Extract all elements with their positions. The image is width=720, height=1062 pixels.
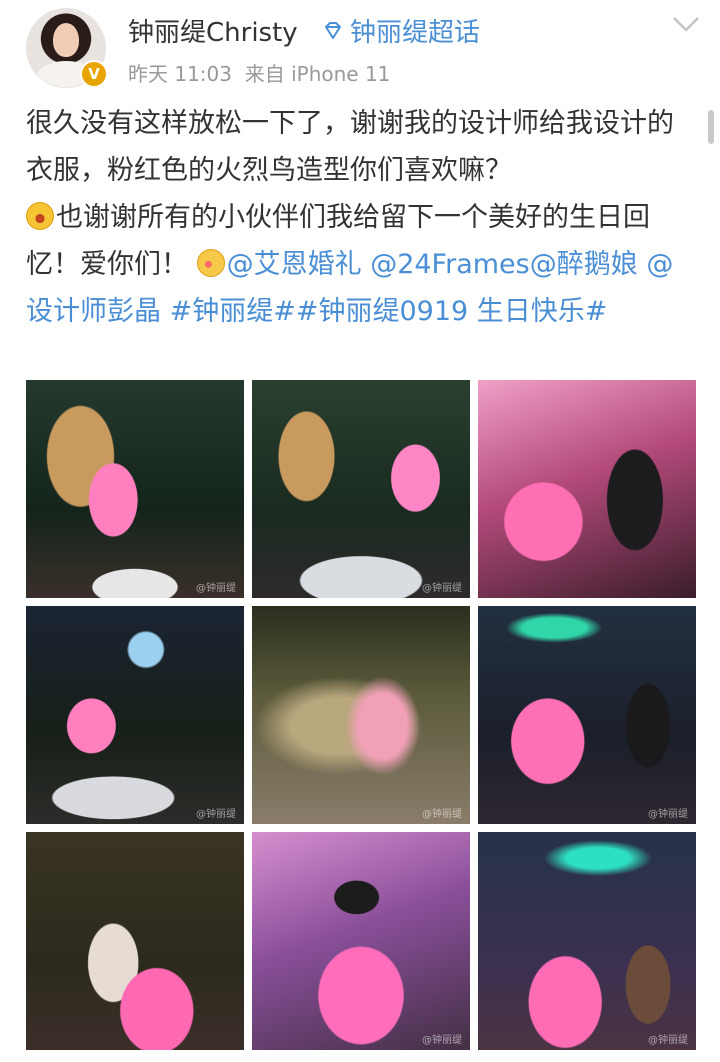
photo-watermark: @钟丽缇 (422, 583, 462, 594)
kiss-emoji-icon (196, 249, 225, 277)
post-meta: 昨天 11:03 来自 iPhone 11 (128, 58, 390, 87)
photo-thumbnail[interactable]: @钟丽缇 (252, 832, 470, 1050)
username[interactable]: 钟丽缇Christy (128, 12, 298, 49)
hashtag-link[interactable]: #钟丽缇# (170, 296, 296, 327)
post-time: 昨天 11:03 (128, 62, 232, 86)
photo-watermark: @钟丽缇 (196, 583, 236, 594)
mention-link[interactable]: @24Frames (370, 249, 530, 280)
post-source: 来自 iPhone 11 (244, 62, 391, 86)
photo-watermark: @钟丽缇 (422, 1035, 462, 1046)
photo-watermark: @钟丽缇 (648, 809, 688, 820)
mention-link[interactable]: @醉鹅娘 (530, 249, 638, 280)
super-topic-link[interactable]: 钟丽缇超话 (350, 12, 480, 49)
chevron-down-icon[interactable] (672, 14, 700, 34)
hashtag-link[interactable]: #钟丽缇0919 生日快乐# (296, 296, 608, 327)
scrollbar[interactable] (708, 110, 714, 144)
photo-thumbnail[interactable]: @钟丽缇 (252, 380, 470, 598)
post-text: 很久没有这样放松一下了，谢谢我的设计师给我设计的衣服，粉红色的火烈鸟造型你们喜欢… (26, 100, 696, 335)
diamond-topic-icon (325, 22, 341, 39)
photo-grid: @钟丽缇 @钟丽缇 @钟丽缇 @钟丽缇 @钟丽缇 @钟丽缇 @钟丽缇 (26, 380, 696, 1060)
photo-thumbnail[interactable]: @钟丽缇 (478, 832, 696, 1050)
photo-thumbnail[interactable]: @钟丽缇 (478, 606, 696, 824)
photo-thumbnail[interactable] (26, 832, 244, 1050)
photo-watermark: @钟丽缇 (196, 809, 236, 820)
mention-link[interactable]: @艾恩婚礼 (227, 249, 362, 280)
laughing-emoji-icon (26, 202, 54, 230)
photo-thumbnail[interactable]: @钟丽缇 (26, 606, 244, 824)
post-header: V 钟丽缇Christy 钟丽缇超话 昨天 11:03 来自 iPhone 11 (0, 0, 720, 100)
photo-watermark: @钟丽缇 (648, 1035, 688, 1046)
verified-badge-icon: V (80, 60, 108, 88)
photo-watermark: @钟丽缇 (422, 809, 462, 820)
photo-thumbnail[interactable]: @钟丽缇 (26, 380, 244, 598)
post-text-part-1: 很久没有这样放松一下了，谢谢我的设计师给我设计的衣服，粉红色的火烈鸟造型你们喜欢… (26, 108, 674, 186)
photo-thumbnail[interactable] (478, 380, 696, 598)
photo-thumbnail[interactable]: @钟丽缇 (252, 606, 470, 824)
